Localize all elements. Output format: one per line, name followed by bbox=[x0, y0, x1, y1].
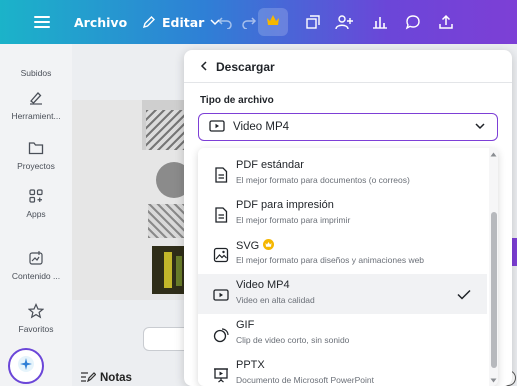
option-pdf-print[interactable]: PDF para impresión El mejor formato para… bbox=[198, 194, 487, 234]
option-title: Video MP4 bbox=[236, 279, 290, 291]
gif-icon bbox=[212, 326, 230, 344]
file-menu-button[interactable]: Archivo bbox=[74, 0, 127, 44]
file-type-label: Tipo de archivo bbox=[200, 95, 274, 106]
scrollbar-thumb[interactable] bbox=[491, 212, 497, 368]
option-description: Clip de video corto, sin sonido bbox=[236, 335, 350, 345]
undo-icon[interactable] bbox=[217, 0, 233, 44]
left-sidebar: Subidos Herramient... Proyectos Apps Con… bbox=[0, 44, 72, 386]
option-video-mp4[interactable]: Video MP4 Video en alta calidad bbox=[198, 274, 487, 314]
option-gif[interactable]: GIF Clip de video corto, sin sonido bbox=[198, 314, 487, 354]
sidebar-item-label: Herramient... bbox=[11, 111, 61, 121]
sidebar-item-content[interactable]: Contenido ... bbox=[0, 249, 72, 281]
chart-icon[interactable] bbox=[371, 0, 389, 44]
sidebar-item-label: Proyectos bbox=[17, 161, 55, 171]
menu-icon[interactable] bbox=[34, 0, 50, 44]
edit-menu-button[interactable]: Editar bbox=[142, 0, 220, 44]
chevron-left-icon bbox=[200, 60, 208, 74]
back-button[interactable]: Descargar bbox=[200, 60, 275, 74]
crown-icon bbox=[263, 239, 275, 253]
sidebar-item-favorites[interactable]: Favoritos bbox=[0, 302, 72, 334]
notes-label: Notas bbox=[100, 371, 132, 384]
pdf-doc-icon bbox=[212, 166, 230, 184]
file-type-select[interactable]: Video MP4 bbox=[198, 113, 498, 141]
sidebar-item-apps[interactable]: Apps bbox=[0, 187, 72, 219]
option-title: PDF para impresión bbox=[236, 199, 334, 211]
upload-share-icon[interactable] bbox=[438, 0, 454, 44]
content-icon bbox=[28, 249, 44, 267]
option-title: PPTX bbox=[236, 359, 265, 371]
apps-icon bbox=[28, 187, 44, 205]
premium-crown-button[interactable] bbox=[258, 8, 288, 36]
comment-icon[interactable] bbox=[405, 0, 421, 44]
file-type-selected-value: Video MP4 bbox=[233, 121, 290, 133]
draw-tool-icon bbox=[28, 89, 44, 107]
divider bbox=[184, 82, 512, 83]
design-canvas-thumbnail[interactable] bbox=[72, 100, 192, 300]
option-description: El mejor formato para documentos (o corr… bbox=[236, 175, 410, 185]
option-description: El mejor formato para imprimir bbox=[236, 215, 351, 225]
presentation-icon bbox=[212, 366, 230, 384]
option-title: SVG bbox=[236, 240, 260, 252]
file-menu-label: Archivo bbox=[74, 14, 128, 30]
video-icon bbox=[209, 119, 225, 135]
option-description: Documento de Microsoft PowerPoint bbox=[236, 375, 374, 385]
notes-icon bbox=[80, 370, 97, 385]
sidebar-item-projects[interactable]: Proyectos bbox=[0, 139, 72, 171]
edit-menu-label: Editar bbox=[162, 14, 205, 30]
checkmark-icon bbox=[457, 287, 471, 305]
option-title: PDF estándar bbox=[236, 159, 304, 171]
option-title-wrap: SVG bbox=[236, 239, 275, 253]
sparkle-icon bbox=[17, 355, 35, 378]
pencil-icon bbox=[142, 15, 156, 29]
redo-icon[interactable] bbox=[241, 0, 257, 44]
star-icon bbox=[28, 302, 44, 320]
svg-image-icon bbox=[212, 246, 230, 264]
sidebar-item-tools[interactable]: Herramient... bbox=[0, 89, 72, 121]
option-svg[interactable]: SVG El mejor formato para diseños y anim… bbox=[198, 234, 487, 274]
sidebar-item-label: Contenido ... bbox=[11, 271, 61, 281]
chevron-down-icon bbox=[475, 121, 485, 133]
top-toolbar: Archivo Editar bbox=[0, 0, 517, 44]
notes-button[interactable]: Notas bbox=[80, 370, 132, 385]
app-root: Archivo Editar Subidos Herramient... Pro… bbox=[0, 0, 517, 386]
pdf-print-icon bbox=[212, 206, 230, 224]
video-icon bbox=[212, 286, 230, 304]
sidebar-item-label: Subidos bbox=[20, 68, 52, 78]
sidebar-item-uploads[interactable]: Subidos bbox=[0, 64, 72, 78]
resize-icon[interactable] bbox=[305, 0, 321, 44]
option-pdf-standard[interactable]: PDF estándar El mejor formato para docum… bbox=[198, 154, 487, 194]
option-description: El mejor formato para diseños y animacio… bbox=[236, 255, 425, 265]
sidebar-item-label: Favoritos bbox=[18, 324, 54, 334]
option-description: Video en alta calidad bbox=[236, 295, 315, 305]
folder-icon bbox=[28, 139, 44, 157]
option-title: GIF bbox=[236, 319, 255, 331]
download-panel: Descargar Tipo de archivo Video MP4 PDF … bbox=[184, 50, 512, 386]
crown-icon bbox=[266, 13, 280, 31]
option-pptx[interactable]: PPTX Documento de Microsoft PowerPoint bbox=[198, 354, 487, 386]
sidebar-item-label: Apps bbox=[26, 209, 46, 219]
share-people-icon[interactable] bbox=[335, 0, 355, 44]
panel-title: Descargar bbox=[216, 60, 275, 74]
scroll-down-icon[interactable] bbox=[489, 376, 498, 384]
scroll-up-icon[interactable] bbox=[489, 150, 498, 158]
file-type-options-list: PDF estándar El mejor formato para docum… bbox=[198, 148, 498, 386]
magic-assistant-button[interactable] bbox=[8, 348, 44, 384]
